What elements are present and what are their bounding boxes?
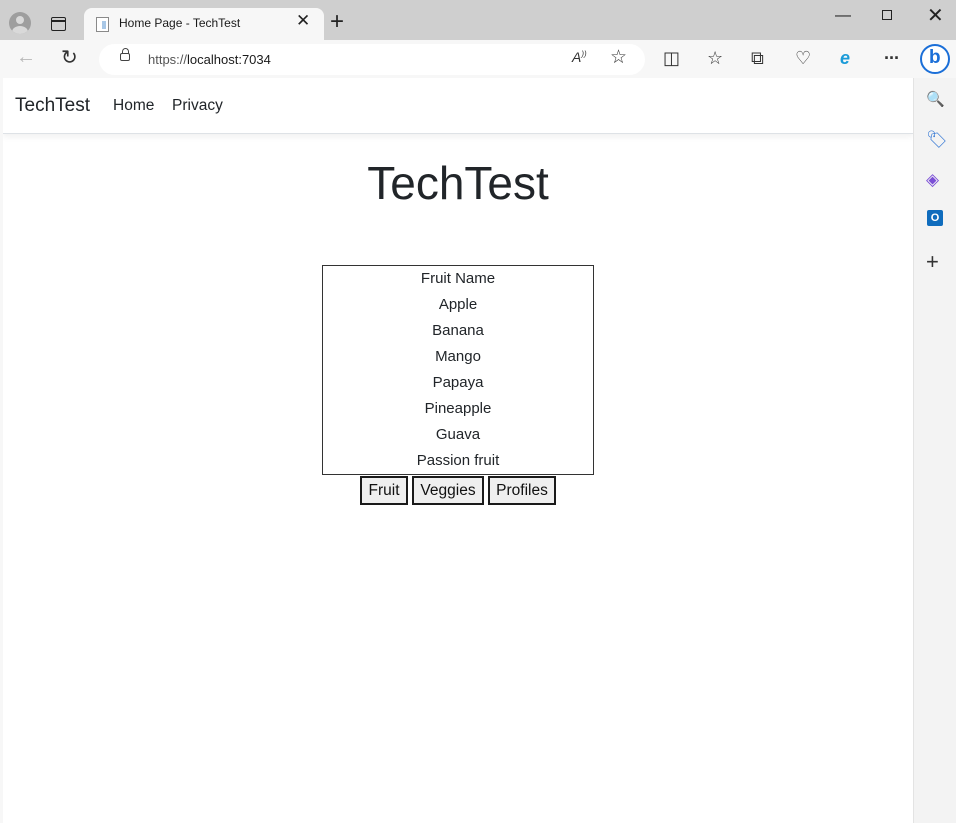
url-text[interactable]: https://localhost:7034: [148, 52, 271, 67]
page-viewport: TechTest Home Privacy TechTest Fruit Nam…: [3, 78, 913, 823]
list-item[interactable]: Guava: [323, 422, 593, 448]
read-aloud-icon[interactable]: A)): [572, 49, 587, 65]
url-host: localhost:7034: [187, 52, 271, 67]
list-item[interactable]: Passion fruit: [323, 448, 593, 474]
bing-icon: b: [929, 47, 941, 68]
url-scheme: https://: [148, 52, 188, 67]
profile-avatar-icon[interactable]: [9, 12, 31, 34]
veggies-button[interactable]: Veggies: [412, 476, 484, 505]
list-header: Fruit Name: [420, 270, 496, 287]
nav-link-home[interactable]: Home: [113, 97, 154, 115]
back-icon[interactable]: ←: [16, 46, 36, 69]
tab-strip: Home Page - TechTest ✕ + — ✕: [0, 0, 956, 40]
office-icon[interactable]: ◈: [926, 170, 939, 190]
list-item[interactable]: Papaya: [323, 370, 593, 396]
lock-icon[interactable]: [120, 48, 130, 61]
edge-icon[interactable]: e: [840, 47, 850, 69]
fruit-button[interactable]: Fruit: [360, 476, 408, 505]
address-bar[interactable]: https://localhost:7034 A)) ☆: [99, 44, 645, 75]
nav-link-privacy[interactable]: Privacy: [172, 97, 223, 115]
browser-toolbar: ← ↻ https://localhost:7034 A)) ☆ ◫ ☆ ⧉ ♡…: [0, 40, 956, 78]
close-tab-icon[interactable]: ✕: [296, 11, 310, 31]
navbar-brand[interactable]: TechTest: [15, 95, 90, 117]
page-title: TechTest: [367, 157, 549, 209]
list-item[interactable]: Mango: [323, 344, 593, 370]
outlook-icon[interactable]: O: [927, 210, 943, 226]
tab-actions-icon[interactable]: [51, 17, 66, 31]
add-sidebar-app-icon[interactable]: +: [926, 251, 939, 273]
collections-icon[interactable]: ⧉: [751, 47, 764, 69]
site-navbar: TechTest Home Privacy: [3, 78, 913, 134]
edge-sidebar: 🔍 🏷 ◈ O +: [913, 78, 956, 823]
list-item[interactable]: Apple: [323, 292, 593, 318]
browser-essentials-icon[interactable]: ♡: [795, 47, 811, 69]
favorites-icon[interactable]: ☆: [707, 47, 723, 69]
page-favicon-icon: [96, 17, 109, 32]
more-options-icon[interactable]: ···: [884, 47, 900, 69]
new-tab-button[interactable]: +: [330, 8, 344, 36]
maximize-button[interactable]: [882, 10, 892, 20]
minimize-button[interactable]: —: [835, 7, 851, 25]
bing-copilot-button[interactable]: b: [920, 44, 950, 74]
tab-title: Home Page - TechTest: [119, 16, 241, 30]
split-screen-icon[interactable]: ◫: [663, 47, 680, 69]
list-item[interactable]: Pineapple: [323, 396, 593, 422]
browser-tab[interactable]: Home Page - TechTest ✕: [84, 8, 324, 40]
reload-icon[interactable]: ↻: [61, 45, 78, 70]
profiles-button[interactable]: Profiles: [488, 476, 556, 505]
search-icon[interactable]: 🔍: [926, 90, 945, 110]
shopping-tag-icon[interactable]: 🏷: [926, 130, 948, 150]
list-item[interactable]: Banana: [323, 318, 593, 344]
add-favorite-icon[interactable]: ☆: [610, 46, 627, 69]
close-window-button[interactable]: ✕: [927, 3, 944, 28]
fruit-listbox[interactable]: Fruit Name Apple Banana Mango Papaya Pin…: [322, 265, 594, 475]
